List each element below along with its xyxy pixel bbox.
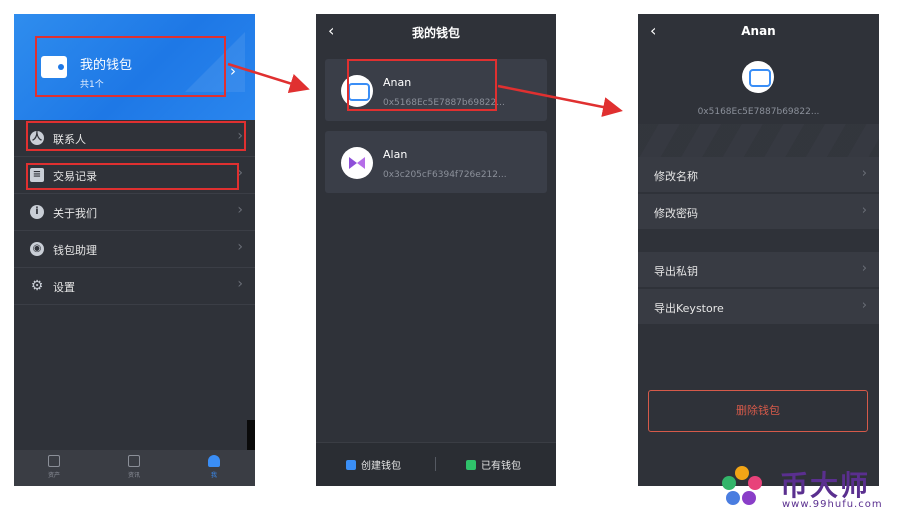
row-label: 导出Keystore	[654, 302, 724, 315]
my-wallet-header[interactable]: 我的钱包 共1个 ›	[14, 14, 255, 120]
wallet-avatar-icon	[341, 147, 373, 179]
import-wallet-label: 已有钱包	[481, 461, 521, 472]
menu-item-transactions[interactable]: ≡ 交易记录 ›	[14, 157, 255, 194]
wallet-address: 0x3c205cF6394f726e212...	[383, 170, 507, 180]
wallet-address: 0x5168Ec5E7887b69822...	[697, 107, 820, 117]
rename-wallet-row[interactable]: 修改名称 ›	[638, 157, 879, 193]
menu-item-label: 关于我们	[53, 207, 97, 220]
tab-label: 资讯	[127, 472, 140, 479]
import-wallet-button[interactable]: 已有钱包	[466, 457, 521, 472]
assistant-icon: ◉	[30, 242, 44, 256]
wallet-card-anan[interactable]: Anan 0x5168Ec5E7887b69822...	[325, 59, 547, 121]
menu-item-label: 钱包助理	[53, 244, 97, 257]
tab-assets[interactable]: 资产	[34, 455, 74, 479]
divider	[435, 457, 436, 471]
wallet-count: 共1个	[80, 80, 104, 90]
contact-icon: 人	[30, 131, 44, 145]
wallet-actions-bar: 创建钱包 已有钱包	[316, 442, 556, 486]
chevron-right-icon: ›	[861, 298, 867, 313]
record-icon: ≡	[30, 168, 44, 182]
create-wallet-button[interactable]: 创建钱包	[346, 457, 401, 472]
tab-me[interactable]: 我	[194, 455, 234, 479]
watermark-logo: 币大师 www.99hufu.com	[718, 462, 898, 512]
page-title: Anan	[741, 24, 776, 38]
wallet-tab-icon	[48, 455, 60, 467]
wallet-avatar-icon	[742, 61, 774, 93]
menu-item-about[interactable]: i 关于我们 ›	[14, 194, 255, 231]
create-wallet-icon	[346, 460, 356, 470]
bottom-tab-bar: 资产 资讯 我	[14, 450, 255, 486]
chevron-right-icon: ›	[237, 128, 243, 144]
me-screen: 我的钱包 共1个 › 人 联系人 › ≡ 交易记录 › i 关于我们 › ◉ 钱…	[14, 14, 255, 486]
menu-item-settings[interactable]: ⚙ 设置 ›	[14, 268, 255, 305]
user-icon	[208, 455, 220, 467]
row-label: 修改密码	[654, 207, 698, 220]
wallet-list-screen: ‹ 我的钱包 Anan 0x5168Ec5E7887b69822... Alan…	[316, 14, 556, 486]
watermark-text: 币大师	[780, 469, 871, 502]
header-decoration	[185, 32, 245, 92]
hexagon-background	[638, 124, 879, 158]
menu-item-contacts[interactable]: 人 联系人 ›	[14, 120, 255, 157]
menu-item-label: 联系人	[53, 133, 86, 146]
chevron-right-icon: ›	[237, 239, 243, 255]
info-icon: i	[30, 205, 44, 219]
chevron-right-icon: ›	[237, 165, 243, 181]
wallet-name: Anan	[383, 76, 412, 89]
wallet-name: Alan	[383, 148, 408, 161]
petal	[726, 491, 740, 505]
menu-item-label: 设置	[53, 281, 75, 294]
petal	[748, 476, 762, 490]
wallet-icon	[41, 56, 67, 78]
delete-wallet-button[interactable]: 删除钱包	[648, 390, 868, 432]
export-private-key-row[interactable]: 导出私钥 ›	[638, 252, 879, 288]
wallet-avatar-icon	[341, 75, 373, 107]
create-wallet-label: 创建钱包	[361, 461, 401, 472]
petal	[742, 491, 756, 505]
import-wallet-icon	[466, 460, 476, 470]
chevron-right-icon: ›	[861, 261, 867, 276]
my-wallet-title: 我的钱包	[80, 58, 133, 73]
chevron-right-icon: ›	[861, 203, 867, 218]
chevron-right-icon: ›	[861, 166, 867, 181]
row-label: 导出私钥	[654, 265, 698, 278]
export-keystore-row[interactable]: 导出Keystore ›	[638, 289, 879, 325]
menu-item-label: 交易记录	[53, 170, 97, 183]
watermark-url: www.99hufu.com	[782, 499, 883, 510]
wallet-detail-screen: ‹ Anan 0x5168Ec5E7887b69822... 修改名称 › 修改…	[638, 14, 879, 486]
row-label: 修改名称	[654, 170, 698, 183]
menu-item-assistant[interactable]: ◉ 钱包助理 ›	[14, 231, 255, 268]
petal	[735, 466, 749, 480]
petal	[722, 476, 736, 490]
tab-news[interactable]: 资讯	[114, 455, 154, 479]
tutorial-canvas: 我的钱包 共1个 › 人 联系人 › ≡ 交易记录 › i 关于我们 › ◉ 钱…	[0, 0, 909, 514]
flower-logo-icon	[722, 466, 762, 506]
page-title: 我的钱包	[411, 26, 460, 40]
chevron-right-icon: ›	[237, 276, 243, 292]
tab-label: 资产	[47, 472, 60, 479]
chevron-right-icon: ›	[237, 202, 243, 218]
book-icon	[128, 455, 140, 467]
change-password-row[interactable]: 修改密码 ›	[638, 194, 879, 230]
wallet-address: 0x5168Ec5E7887b69822...	[383, 98, 505, 108]
gear-icon: ⚙	[30, 278, 44, 294]
chevron-right-icon: ›	[230, 62, 236, 80]
tab-label: 我	[210, 472, 217, 479]
wallet-card-alan[interactable]: Alan 0x3c205cF6394f726e212...	[325, 131, 547, 193]
